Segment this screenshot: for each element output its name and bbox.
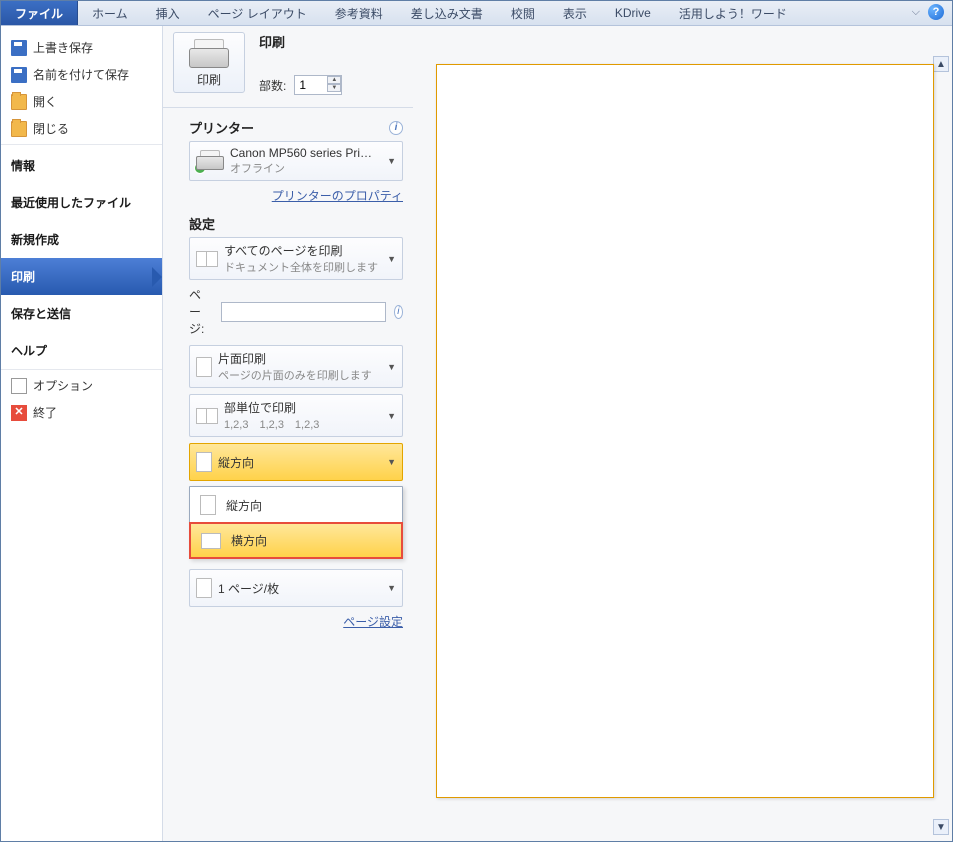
sidebar-item-new[interactable]: 新規作成 [1, 221, 162, 258]
sidebar-item-info[interactable]: 情報 [1, 147, 162, 184]
printer-icon [196, 150, 224, 172]
options-icon [11, 378, 27, 394]
tab-home[interactable]: ホーム [78, 1, 142, 25]
sidebar-item-savesend[interactable]: 保存と送信 [1, 295, 162, 332]
preview-page [436, 64, 934, 798]
option-label: 横方向 [231, 532, 267, 549]
tab-page-layout[interactable]: ページ レイアウト [194, 1, 321, 25]
chevron-down-icon: ▼ [387, 362, 396, 372]
printer-status: オフライン [230, 160, 372, 176]
pages-icon [196, 249, 218, 269]
help-icon[interactable]: ? [928, 4, 944, 20]
tab-kdrive[interactable]: KDrive [601, 1, 665, 25]
pages-input[interactable] [221, 302, 386, 322]
print-preview-area: ▲ ▼ [413, 26, 952, 841]
tab-insert[interactable]: 挿入 [142, 1, 194, 25]
chevron-down-icon: ▼ [387, 411, 396, 421]
sidebar-label: オプション [33, 377, 93, 394]
tab-file[interactable]: ファイル [1, 1, 78, 25]
pages-per-sheet-dropdown[interactable]: 1 ページ/枚 ▼ [189, 569, 403, 607]
preview-scroll-up-button[interactable]: ▲ [933, 56, 949, 72]
print-button-label: 印刷 [197, 71, 221, 88]
printer-properties-link[interactable]: プリンターのプロパティ [272, 189, 403, 203]
print-title: 印刷 [259, 32, 403, 51]
orientation-current: 縦方向 [218, 454, 254, 471]
page-setup-link[interactable]: ページ設定 [343, 615, 403, 629]
ribbon-tabs: ファイル ホーム 挿入 ページ レイアウト 参考資料 差し込み文書 校閲 表示 … [1, 1, 952, 26]
print-panel: 印刷 印刷 部数: ▲▼ [163, 26, 413, 841]
sidebar-item-saveas[interactable]: 名前を付けて保存 [1, 61, 162, 88]
save-icon [11, 40, 27, 56]
duplex-dropdown[interactable]: 片面印刷 ページの片面のみを印刷します ▼ [189, 345, 403, 388]
printer-name: Canon MP560 series Pri… [230, 146, 372, 160]
sidebar-item-open[interactable]: 開く [1, 88, 162, 115]
backstage-sidebar: 上書き保存 名前を付けて保存 開く 閉じる 情報 最近使用したファイル 新規作成… [1, 26, 163, 841]
print-range-sub: ドキュメント全体を印刷します [224, 259, 378, 275]
settings-section-title: 設定 [189, 214, 403, 233]
duplex-sub: ページの片面のみを印刷します [218, 367, 372, 383]
sidebar-item-options[interactable]: オプション [1, 372, 162, 399]
sidebar-item-help[interactable]: ヘルプ [1, 332, 162, 370]
sidebar-label: 開く [33, 93, 57, 110]
pages-per-sheet-label: 1 ページ/枚 [218, 580, 279, 597]
folder-close-icon [11, 121, 27, 137]
sidebar-item-exit[interactable]: ✕ 終了 [1, 399, 162, 426]
collate-title: 部単位で印刷 [224, 399, 319, 416]
orientation-option-portrait[interactable]: 縦方向 [190, 487, 402, 523]
orientation-portrait-icon [200, 495, 216, 515]
sidebar-item-save[interactable]: 上書き保存 [1, 34, 162, 61]
info-icon[interactable]: i [394, 305, 403, 319]
collate-sub: 1,2,3 1,2,3 1,2,3 [224, 416, 319, 432]
chevron-down-icon: ▼ [387, 583, 396, 593]
copies-down-button[interactable]: ▼ [327, 84, 341, 92]
orientation-dropdown-list: 縦方向 横方向 [189, 486, 403, 559]
sidebar-item-print[interactable]: 印刷 [1, 258, 162, 295]
orientation-dropdown[interactable]: 縦方向 ▼ [189, 443, 403, 481]
printer-large-icon [189, 39, 229, 69]
preview-scroll-down-button[interactable]: ▼ [933, 819, 949, 835]
tab-view[interactable]: 表示 [549, 1, 601, 25]
sidebar-label: 閉じる [33, 120, 69, 137]
orientation-landscape-icon [201, 533, 221, 549]
saveas-icon [11, 67, 27, 83]
tab-mailings[interactable]: 差し込み文書 [397, 1, 497, 25]
print-range-title: すべてのページを印刷 [224, 242, 378, 259]
check-icon [194, 162, 206, 174]
chevron-down-icon: ▼ [387, 156, 396, 166]
sidebar-label: 終了 [33, 404, 57, 421]
collate-icon [196, 406, 218, 426]
page-icon [196, 578, 212, 598]
print-button[interactable]: 印刷 [173, 32, 245, 93]
print-range-dropdown[interactable]: すべてのページを印刷 ドキュメント全体を印刷します ▼ [189, 237, 403, 280]
printer-dropdown[interactable]: Canon MP560 series Pri… オフライン ▼ [189, 141, 403, 181]
pages-label: ページ: [189, 286, 213, 337]
info-icon[interactable]: i [389, 121, 403, 135]
copies-up-button[interactable]: ▲ [327, 76, 341, 84]
collate-dropdown[interactable]: 部単位で印刷 1,2,3 1,2,3 1,2,3 ▼ [189, 394, 403, 437]
sidebar-item-recent[interactable]: 最近使用したファイル [1, 184, 162, 221]
app-root: ファイル ホーム 挿入 ページ レイアウト 参考資料 差し込み文書 校閲 表示 … [0, 0, 953, 842]
page-icon [196, 357, 212, 377]
sidebar-label: 名前を付けて保存 [33, 66, 129, 83]
tab-references[interactable]: 参考資料 [321, 1, 397, 25]
sidebar-item-close[interactable]: 閉じる [1, 115, 162, 145]
folder-open-icon [11, 94, 27, 110]
ribbon-collapse-icon[interactable]: ⌵ [912, 6, 920, 19]
tab-review[interactable]: 校閲 [497, 1, 549, 25]
orientation-portrait-icon [196, 452, 212, 472]
exit-icon: ✕ [11, 405, 27, 421]
chevron-down-icon: ▼ [387, 457, 396, 467]
copies-label: 部数: [259, 77, 286, 94]
orientation-option-landscape[interactable]: 横方向 [189, 522, 403, 559]
tab-utilize-word[interactable]: 活用しよう！ワード [665, 1, 801, 25]
printer-section-title: プリンター i [189, 118, 403, 137]
duplex-title: 片面印刷 [218, 350, 372, 367]
option-label: 縦方向 [226, 497, 262, 514]
sidebar-label: 上書き保存 [33, 39, 93, 56]
chevron-down-icon: ▼ [387, 254, 396, 264]
